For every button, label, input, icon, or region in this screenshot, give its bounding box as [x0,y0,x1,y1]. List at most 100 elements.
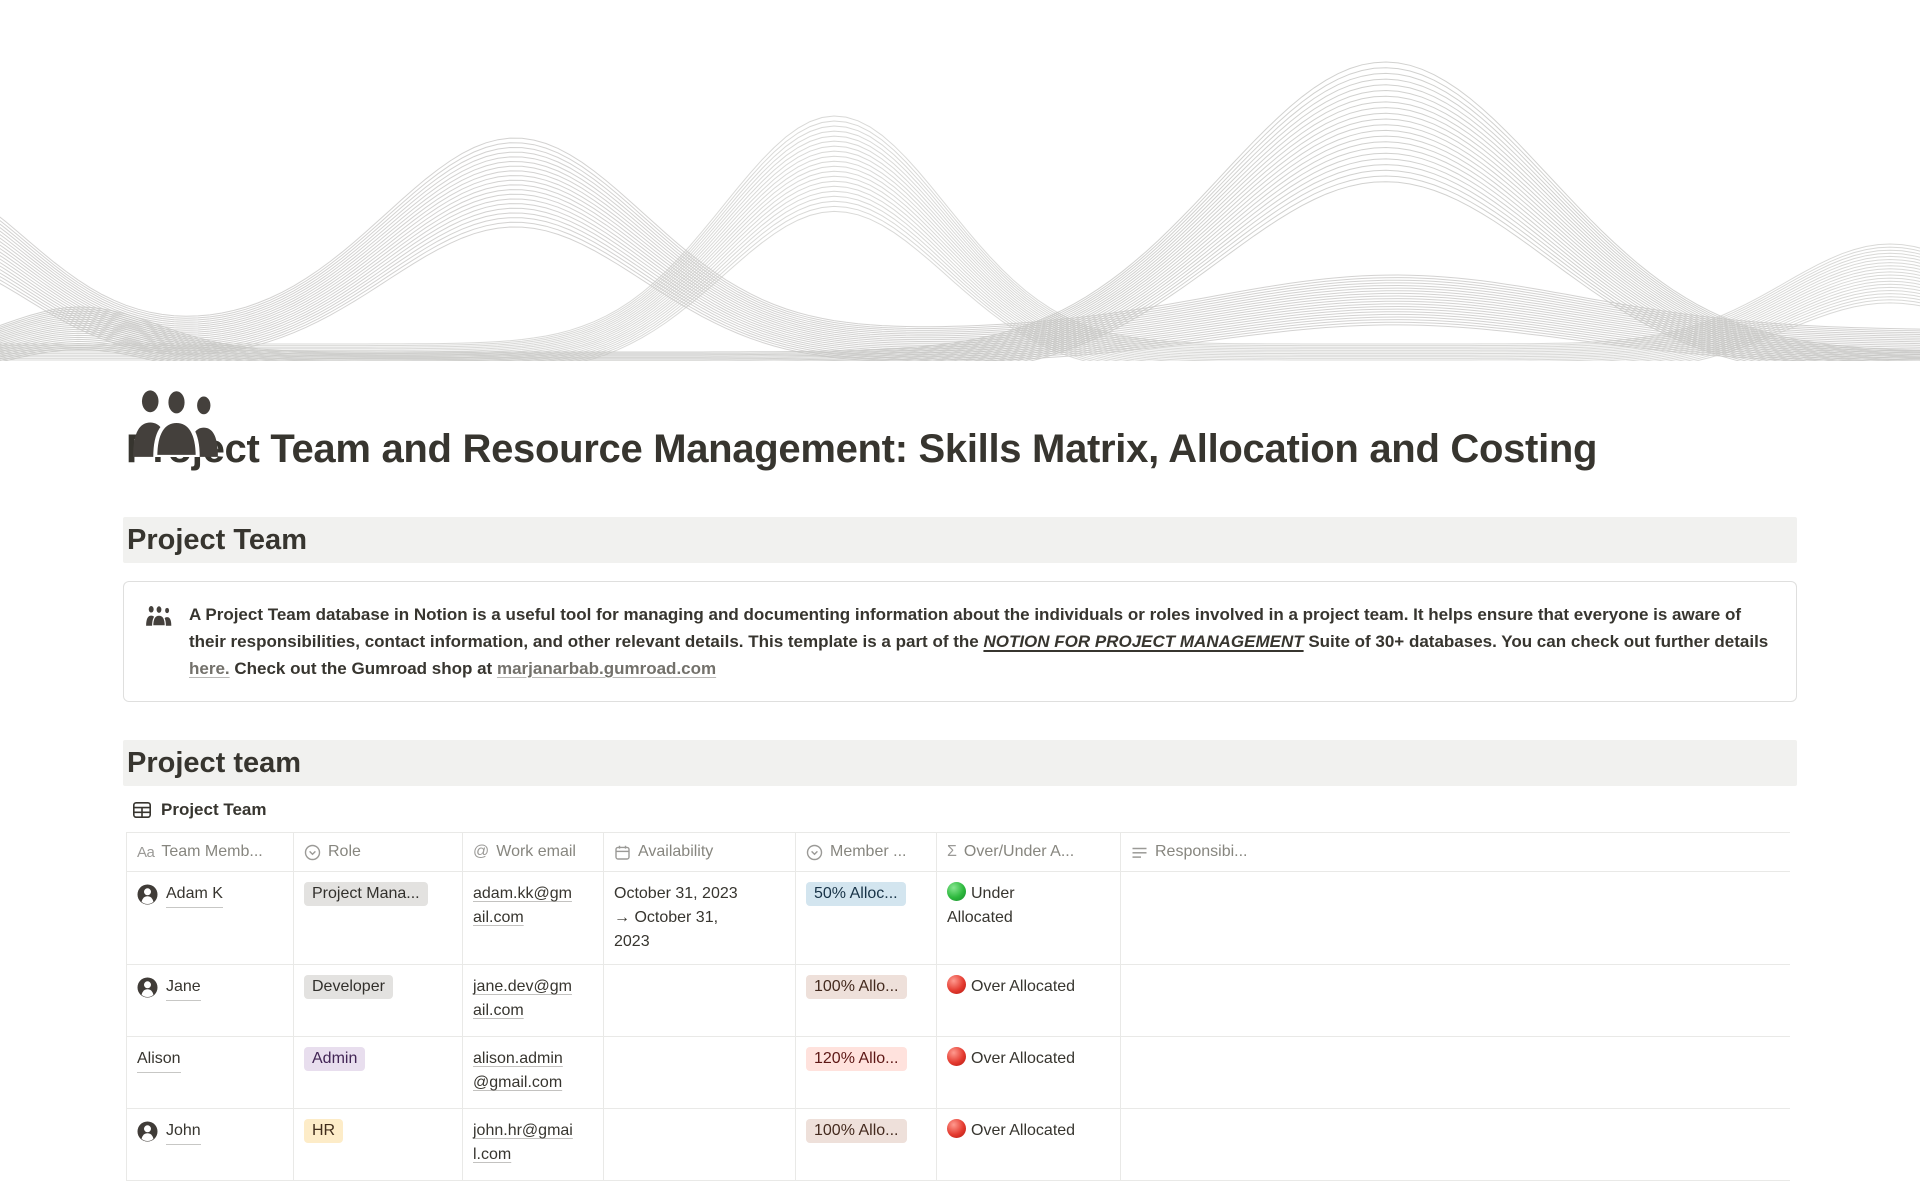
callout-link[interactable]: marjanarbab.gumroad.com [497,659,716,678]
cell-role[interactable]: HR [294,1109,463,1180]
cell-role[interactable]: Developer [294,965,463,1036]
section-heading-project-team: Project Team [123,517,1797,563]
page-title: Project Team and Resource Management: Sk… [123,425,1797,473]
role-tag: Developer [304,975,393,999]
member-name-link[interactable]: Alison [137,1047,181,1073]
cell-responsibilities[interactable] [1121,1109,1790,1180]
cell-availability[interactable] [604,1109,796,1180]
table-row: John HR john.hr@gmail.com 100% Allo... Over … [126,1109,1790,1181]
cell-availability[interactable] [604,1037,796,1108]
person-avatar-icon [137,977,158,998]
column-header-label: Responsibi... [1155,843,1248,861]
project-team-table: Aa Team Memb... Role @ Work email Availabilit… [126,832,1790,1181]
member-name-link[interactable]: John [166,1119,201,1145]
person-avatar-icon [137,1121,158,1142]
column-header-work-email[interactable]: @ Work email [463,833,604,871]
email-icon: @ [473,843,489,861]
email-link[interactable]: adam.kk@gmail.com [473,882,578,930]
email-link[interactable]: alison.admin@gmail.com [473,1047,578,1095]
table-body: Adam K Project Mana... adam.kk@gmail.com Oc… [126,872,1790,1181]
callout-text-segment: Suite of 30+ databases. You can check ou… [1304,632,1769,651]
column-header-label: Availability [638,843,713,861]
cell-team-member[interactable]: Alison [126,1037,294,1108]
callout-text: A Project Team database in Notion is a u… [189,601,1776,682]
allocation-tag: 50% Alloc... [806,882,906,906]
status-dot-red-icon [947,1047,966,1066]
cell-work-email[interactable]: jane.dev@gmail.com [463,965,604,1036]
cell-responsibilities[interactable] [1121,1037,1790,1108]
people-group-icon [144,601,174,682]
column-header-responsibi[interactable]: Responsibi... [1121,833,1790,871]
member-name-link[interactable]: Jane [166,975,201,1001]
title-icon: Aa [137,844,154,861]
cell-member-allocation[interactable]: 100% Allo... [796,965,937,1036]
table-header-row: Aa Team Memb... Role @ Work email Availabilit… [126,832,1790,872]
callout-link-notion-for-project-management[interactable]: NOTION FOR PROJECT MANAGEMENT [983,632,1303,651]
column-header-label: Over/Under A... [964,843,1074,861]
date-icon [614,844,631,861]
text-icon [1131,844,1148,861]
column-header-over-under-a[interactable]: Σ Over/Under A... [937,833,1121,871]
cell-member-allocation[interactable]: 100% Allo... [796,1109,937,1180]
cell-work-email[interactable]: john.hr@gmail.com [463,1109,604,1180]
column-header-role[interactable]: Role [294,833,463,871]
cell-over-under-allocated[interactable]: Over Allocated [937,1037,1121,1108]
person-avatar-icon [137,884,158,905]
status-label: Over Allocated [971,1050,1075,1067]
formula-icon: Σ [947,843,957,861]
cell-responsibilities[interactable] [1121,965,1790,1036]
cell-role[interactable]: Project Mana... [294,872,463,964]
status-dot-red-icon [947,975,966,994]
cell-team-member[interactable]: John [126,1109,294,1180]
page-content: Project Team and Resource Management: Sk… [123,425,1797,1181]
column-header-label: Role [328,843,361,861]
cell-work-email[interactable]: adam.kk@gmail.com [463,872,604,964]
callout: A Project Team database in Notion is a u… [123,581,1797,702]
cell-member-allocation[interactable]: 50% Alloc... [796,872,937,964]
status-label: Over Allocated [971,978,1075,995]
status-dot-green-icon [947,882,966,901]
section-heading-project-team-lower: Project team [123,740,1797,786]
table-row: Adam K Project Mana... adam.kk@gmail.com Oc… [126,872,1790,965]
database-title-label: Project Team [161,800,267,820]
select-icon [806,844,823,861]
callout-text-segment: Check out the Gumroad shop at [230,659,497,678]
email-link[interactable]: john.hr@gmail.com [473,1119,578,1167]
column-header-member[interactable]: Member ... [796,833,937,871]
cell-responsibilities[interactable] [1121,872,1790,964]
cell-over-under-allocated[interactable]: Under Allocated [937,872,1121,964]
people-group-icon[interactable] [126,384,227,457]
cell-team-member[interactable]: Jane [126,965,294,1036]
cell-role[interactable]: Admin [294,1037,463,1108]
allocation-tag: 120% Allo... [806,1047,907,1071]
cell-over-under-allocated[interactable]: Over Allocated [937,965,1121,1036]
cell-over-under-allocated[interactable]: Over Allocated [937,1109,1121,1180]
cell-availability[interactable]: October 31, 2023 → October 31, 2023 [604,872,796,964]
status-label: Over Allocated [971,1122,1075,1139]
callout-link[interactable]: here. [189,659,230,678]
column-header-label: Work email [496,843,576,861]
availability-value: October 31, 2023 → October 31, 2023 [614,882,748,954]
select-icon [304,844,321,861]
table-row: Alison Admin alison.admin@gmail.com 120% Al… [126,1037,1790,1109]
page-cover [0,0,1920,361]
allocation-tag: 100% Allo... [806,975,907,999]
cell-availability[interactable] [604,965,796,1036]
column-header-team-memb[interactable]: Aa Team Memb... [126,833,294,871]
wave-lines-art [0,0,1920,361]
role-tag: Admin [304,1047,365,1071]
cell-member-allocation[interactable]: 120% Allo... [796,1037,937,1108]
status-dot-red-icon [947,1119,966,1138]
email-link[interactable]: jane.dev@gmail.com [473,975,578,1023]
member-name-link[interactable]: Adam K [166,882,223,908]
database-title[interactable]: Project Team [123,796,1797,823]
cell-team-member[interactable]: Adam K [126,872,294,964]
allocation-tag: 100% Allo... [806,1119,907,1143]
column-header-label: Team Memb... [161,843,262,861]
role-tag: Project Mana... [304,882,428,906]
cell-work-email[interactable]: alison.admin@gmail.com [463,1037,604,1108]
role-tag: HR [304,1119,343,1143]
column-header-availability[interactable]: Availability [604,833,796,871]
table-view-icon [132,800,152,820]
table-row: Jane Developer jane.dev@gmail.com 100% Allo… [126,965,1790,1037]
